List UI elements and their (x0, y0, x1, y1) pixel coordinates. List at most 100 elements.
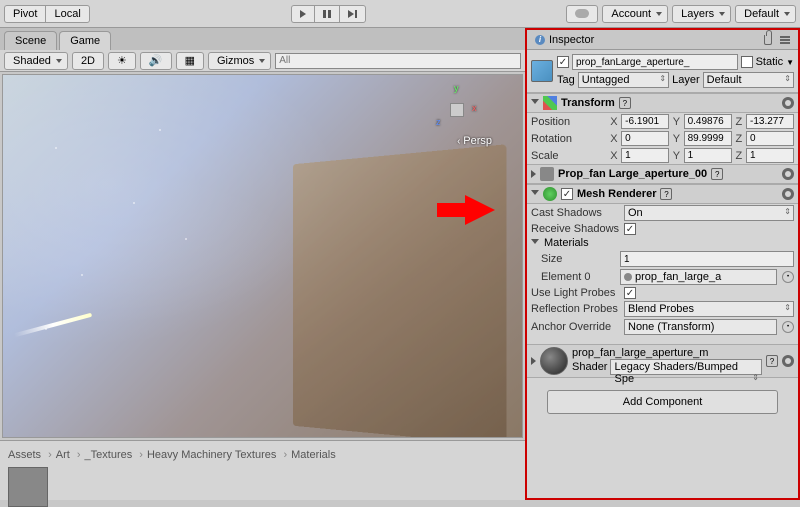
play-controls (291, 5, 366, 23)
light-probes-label: Use Light Probes (531, 287, 621, 299)
mesh-filter-header[interactable]: Prop_fan Large_aperture_00 ? (527, 164, 798, 184)
rotation-x-input[interactable] (621, 131, 669, 146)
scale-z-input[interactable] (746, 148, 794, 163)
help-icon[interactable]: ? (711, 168, 723, 180)
gear-icon[interactable] (782, 188, 794, 200)
gear-icon[interactable] (782, 355, 794, 367)
highlight-arrow (465, 195, 495, 225)
help-icon[interactable]: ? (660, 188, 672, 200)
foldout-icon[interactable] (531, 99, 539, 108)
layers-dropdown[interactable]: Layers (672, 5, 731, 23)
reflection-probes-dropdown[interactable]: Blend Probes (624, 301, 794, 317)
shader-label: Shader (572, 361, 607, 373)
mesh-icon (540, 167, 554, 181)
layer-dropdown[interactable]: Default (703, 72, 794, 88)
receive-shadows-checkbox[interactable] (624, 223, 636, 235)
material-header[interactable]: prop_fan_large_aperture_m Shader Legacy … (527, 344, 798, 378)
foldout-icon[interactable] (531, 190, 539, 199)
receive-shadows-label: Receive Shadows (531, 223, 621, 235)
rotation-label: Rotation (531, 133, 607, 145)
crumb-3[interactable]: Heavy Machinery Textures (147, 449, 287, 461)
shading-dropdown[interactable]: Shaded (4, 52, 68, 70)
cast-shadows-dropdown[interactable]: On (624, 205, 794, 221)
shader-dropdown[interactable]: Legacy Shaders/Bumped Spe (610, 359, 762, 375)
layers-label: Layers (681, 8, 714, 20)
lighting-toggle[interactable]: ☀ (108, 52, 136, 70)
main-toolbar: Pivot Local Account Layers Default (0, 0, 800, 28)
orientation-gizmo[interactable]: x y z (432, 85, 482, 135)
anchor-override-field[interactable]: None (Transform) (624, 319, 777, 335)
scene-mesh (293, 144, 507, 437)
materials-foldout-icon[interactable] (531, 239, 539, 248)
scale-y-input[interactable] (684, 148, 732, 163)
rotation-y-input[interactable] (684, 131, 732, 146)
help-icon[interactable]: ? (766, 355, 778, 367)
element0-label: Element 0 (541, 271, 617, 283)
tag-dropdown[interactable]: Untagged (578, 72, 669, 88)
position-label: Position (531, 116, 607, 128)
material-preview-icon (540, 347, 568, 375)
pause-button[interactable] (314, 5, 339, 23)
pivot-button[interactable]: Pivot (4, 5, 45, 23)
position-z-input[interactable] (746, 114, 794, 129)
2d-toggle[interactable]: 2D (72, 52, 104, 70)
cloud-icon (575, 9, 589, 18)
tab-inspector[interactable]: i Inspector (527, 30, 798, 50)
gameobject-icon[interactable] (531, 60, 553, 82)
renderer-enabled-checkbox[interactable] (561, 188, 573, 200)
foldout-icon[interactable] (531, 170, 536, 178)
account-dropdown[interactable]: Account (602, 5, 668, 23)
element0-field[interactable]: prop_fan_large_a (620, 269, 777, 285)
perspective-label[interactable]: ‹ Persp (457, 135, 492, 147)
add-component-button[interactable]: Add Component (547, 390, 778, 414)
static-checkbox[interactable] (741, 56, 753, 68)
gear-icon[interactable] (782, 97, 794, 109)
position-x-input[interactable] (621, 114, 669, 129)
light-probes-checkbox[interactable] (624, 287, 636, 299)
local-label: Local (54, 8, 80, 20)
position-y-input[interactable] (684, 114, 732, 129)
materials-size-input[interactable] (620, 251, 794, 267)
play-icon (300, 10, 306, 18)
tab-game[interactable]: Game (59, 31, 111, 50)
materials-label: Materials (544, 237, 589, 249)
foldout-icon[interactable] (531, 357, 536, 365)
scene-search-input[interactable] (275, 53, 521, 69)
enabled-checkbox[interactable] (557, 56, 569, 68)
object-name-input[interactable] (572, 54, 738, 70)
project-panel: Assets Art _Textures Heavy Machinery Tex… (0, 440, 525, 500)
audio-toggle[interactable]: 🔊 (140, 52, 172, 70)
transform-header[interactable]: Transform ? (527, 93, 798, 113)
account-label: Account (611, 8, 651, 20)
step-button[interactable] (339, 5, 366, 23)
mesh-filter-title: Prop_fan Large_aperture_00 (558, 168, 707, 180)
tab-scene[interactable]: Scene (4, 31, 57, 50)
step-icon (348, 10, 357, 18)
crumb-1[interactable]: Art (56, 449, 81, 461)
crumb-2[interactable]: _Textures (85, 449, 143, 461)
fx-toggle[interactable]: ▦ (176, 52, 204, 70)
help-icon[interactable]: ? (619, 97, 631, 109)
breadcrumb[interactable]: Assets Art _Textures Heavy Machinery Tex… (4, 445, 521, 465)
scale-label: Scale (531, 150, 607, 162)
panel-menu-icon[interactable] (780, 39, 790, 41)
gizmos-dropdown[interactable]: Gizmos (208, 52, 271, 70)
mesh-renderer-header[interactable]: Mesh Renderer ? (527, 184, 798, 204)
play-button[interactable] (291, 5, 314, 23)
scale-x-input[interactable] (621, 148, 669, 163)
layout-dropdown[interactable]: Default (735, 5, 796, 23)
scene-viewport[interactable]: x y z ‹ Persp (2, 74, 523, 438)
cloud-button[interactable] (566, 5, 598, 23)
static-dropdown-icon[interactable]: ▼ (786, 58, 794, 67)
object-picker-icon[interactable] (782, 271, 794, 283)
gear-icon[interactable] (782, 168, 794, 180)
crumb-0[interactable]: Assets (8, 449, 52, 461)
asset-thumbnail[interactable] (8, 467, 48, 507)
rotation-z-input[interactable] (746, 131, 794, 146)
viewport-tabs: Scene Game (0, 28, 525, 50)
cast-shadows-label: Cast Shadows (531, 207, 621, 219)
crumb-4[interactable]: Materials (291, 449, 340, 461)
object-picker-icon[interactable] (782, 321, 794, 333)
local-button[interactable]: Local (45, 5, 89, 23)
lock-icon[interactable] (764, 35, 772, 45)
